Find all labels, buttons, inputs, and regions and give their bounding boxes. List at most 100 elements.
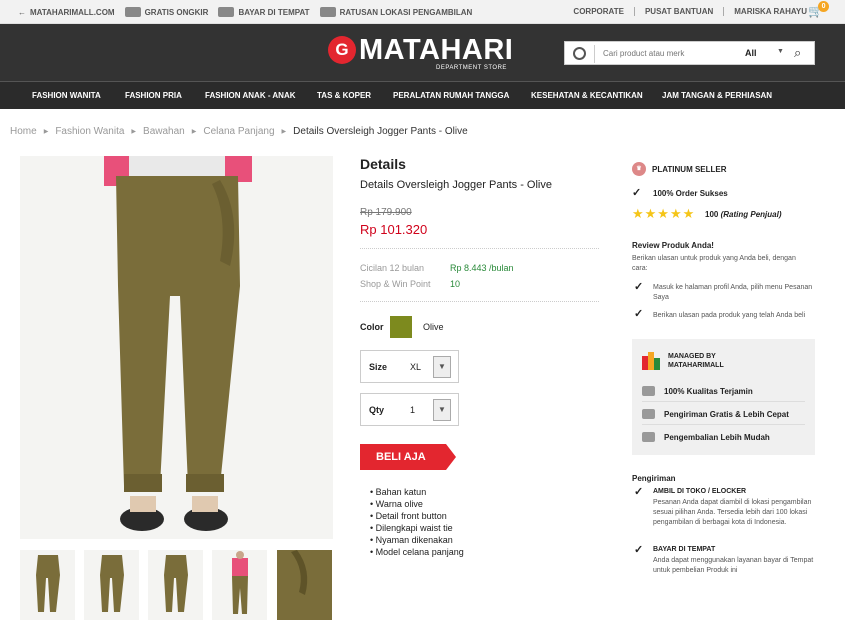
color-value: Olive (423, 322, 444, 332)
cod-info: BAYAR DI TEMPAT (218, 7, 310, 17)
nav-item-fashion-anak[interactable]: FASHION ANAK - ANAK (205, 91, 296, 100)
ship-option-pickup-text: Pesanan Anda dapat diambil di lokasi pen… (653, 499, 812, 526)
help-link[interactable]: PUSAT BANTUAN (633, 7, 723, 16)
breadcrumb: Home ▶ Fashion Wanita ▶ Bawahan ▶ Celana Pa… (10, 126, 468, 137)
review-step-1: Masuk ke halaman profil Anda, pilih menu… (653, 284, 813, 301)
ship-option-cod: BAYAR DI TEMPAT (653, 546, 716, 553)
managed-by-box: MANAGED BY MATAHARIMALL 100% Kualitas Te… (632, 339, 815, 455)
breadcrumb-home[interactable]: Home (10, 126, 37, 137)
size-select[interactable]: Size XL ▼ (360, 350, 459, 383)
check-icon: ✓ (634, 544, 644, 556)
nav-item-peralatan-rumah[interactable]: PERALATAN RUMAH TANGGA (393, 91, 509, 100)
return-icon (642, 432, 655, 442)
search-category-select[interactable]: All (745, 48, 757, 58)
managed-title: MANAGED BY MATAHARIMALL (668, 353, 724, 369)
points-label: Shop & Win Point (360, 279, 431, 289)
check-icon: ✓ (634, 281, 644, 293)
list-item: Nyaman dikenakan (370, 534, 464, 546)
truck-icon (124, 7, 141, 17)
pickup-info: RATUSAN LOKASI PENGAMBILAN (319, 7, 472, 17)
qty-select[interactable]: Qty 1 ▼ (360, 393, 459, 426)
list-item: Model celana panjang (370, 546, 464, 558)
nav-item-fashion-pria[interactable]: FASHION PRIA (125, 91, 182, 100)
breadcrumb-celana-panjang[interactable]: Celana Panjang (203, 126, 274, 137)
seller-badge: ♛ PLATINUM SELLER (632, 162, 727, 176)
buy-button[interactable]: BELI AJA (360, 444, 456, 470)
product-thumbnail[interactable] (84, 550, 139, 620)
color-swatch[interactable] (390, 316, 412, 338)
breadcrumb-current: Details Oversleigh Jogger Pants - Olive (293, 126, 468, 137)
list-item: Dilengkapi waist tie (370, 522, 464, 534)
ship-option-pickup: AMBIL DI TOKO / ELOCKER (653, 488, 747, 495)
arrow-left-icon: ← (18, 7, 26, 17)
product-thumbnail[interactable] (148, 550, 203, 620)
back-to-mall-link[interactable]: ← MATAHARIMALL.COM (18, 8, 115, 17)
shipping-title: Pengiriman (632, 474, 676, 483)
cart-count: 0 (818, 1, 830, 12)
product-brand: Details (360, 156, 406, 172)
review-step-2: Berikan ulasan pada produk yang telah An… (653, 312, 806, 319)
size-value: XL (410, 362, 422, 372)
chevron-right-icon: ▶ (131, 129, 137, 135)
qty-label: Qty (369, 405, 385, 415)
handshake-icon (319, 7, 336, 17)
search-bar: All ▼ ⌕ (564, 41, 815, 65)
money-icon (218, 7, 235, 17)
chevron-right-icon: ▶ (281, 129, 287, 135)
matahari-logo[interactable]: G MATAHARI DEPARTMENT STORE (328, 36, 513, 71)
feature-list: Bahan katun Warna olive Detail front but… (370, 486, 464, 558)
chevron-right-icon: ▶ (191, 129, 197, 135)
review-title: Review Produk Anda! (632, 241, 714, 250)
corporate-link[interactable]: CORPORATE (563, 7, 634, 16)
ship-option-cod-text: Anda dapat menggunakan layanan bayar di … (653, 557, 814, 574)
chevron-down-icon[interactable]: ▼ (433, 356, 451, 378)
cart-icon[interactable]: 🛒 0 (808, 1, 830, 18)
list-item: Warna olive (370, 498, 464, 510)
product-main-image[interactable] (20, 156, 333, 539)
product-thumbnail[interactable] (20, 550, 75, 620)
product-thumbnail[interactable] (277, 550, 332, 620)
size-label: Size (369, 362, 388, 372)
return-item: Pengembalian Lebih Mudah (642, 432, 770, 442)
nav-item-fashion-wanita[interactable]: FASHION WANITA (32, 91, 101, 100)
quality-item: 100% Kualitas Terjamin (642, 386, 753, 396)
mataharimall-logo-icon (642, 352, 660, 370)
check-icon: ✓ (634, 308, 644, 320)
new-price: Rp 101.320 (360, 222, 428, 237)
quality-icon (642, 386, 655, 396)
nav-item-jam-tangan[interactable]: JAM TANGAN & PERHIASAN (662, 91, 772, 100)
rating-text: 100 (Rating Penjual) (705, 210, 782, 219)
search-logo-icon (573, 47, 586, 60)
search-input[interactable] (603, 46, 723, 61)
points-value: 10 (450, 279, 461, 289)
list-item: Bahan katun (370, 486, 464, 498)
product-thumbnail[interactable] (212, 550, 267, 620)
chevron-right-icon: ▶ (43, 129, 49, 135)
logo-mark-icon: G (328, 36, 356, 64)
check-icon: ✓ (632, 187, 642, 199)
breadcrumb-bawahan[interactable]: Bawahan (143, 126, 185, 137)
caret-down-icon[interactable]: ▼ (777, 48, 784, 55)
check-icon: ✓ (634, 486, 644, 498)
breadcrumb-fashion-wanita[interactable]: Fashion Wanita (55, 126, 124, 137)
shipping-item: Pengiriman Gratis & Lebih Cepat (642, 409, 789, 419)
truck-icon (642, 409, 655, 419)
top-bar: ← MATAHARIMALL.COM GRATIS ONGKIR BAYAR DI… (0, 0, 845, 24)
installment-value: Rp 8.443 /bulan (450, 263, 514, 273)
qty-value: 1 (410, 405, 416, 415)
review-text: Berikan ulasan untuk produk yang Anda be… (632, 255, 796, 272)
chevron-down-icon[interactable]: ▼ (433, 399, 451, 421)
nav-item-kesehatan[interactable]: KESEHATAN & KECANTIKAN (531, 91, 643, 100)
platinum-icon: ♛ (632, 162, 646, 176)
installment-label: Cicilan 12 bulan (360, 263, 425, 273)
free-shipping-info: GRATIS ONGKIR (124, 7, 208, 17)
search-icon[interactable]: ⌕ (794, 45, 801, 61)
header: G MATAHARI DEPARTMENT STORE All ▼ ⌕ (0, 24, 845, 81)
nav-item-tas-koper[interactable]: TAS & KOPER (317, 91, 371, 100)
account-link[interactable]: MARISKA RAHAYU (723, 7, 817, 16)
old-price: Rp 179.900 (360, 207, 412, 218)
product-name: Details Oversleigh Jogger Pants - Olive (360, 179, 552, 191)
order-success: 100% Order Sukses (653, 189, 728, 198)
list-item: Detail front button (370, 510, 464, 522)
color-label: Color (360, 322, 384, 332)
